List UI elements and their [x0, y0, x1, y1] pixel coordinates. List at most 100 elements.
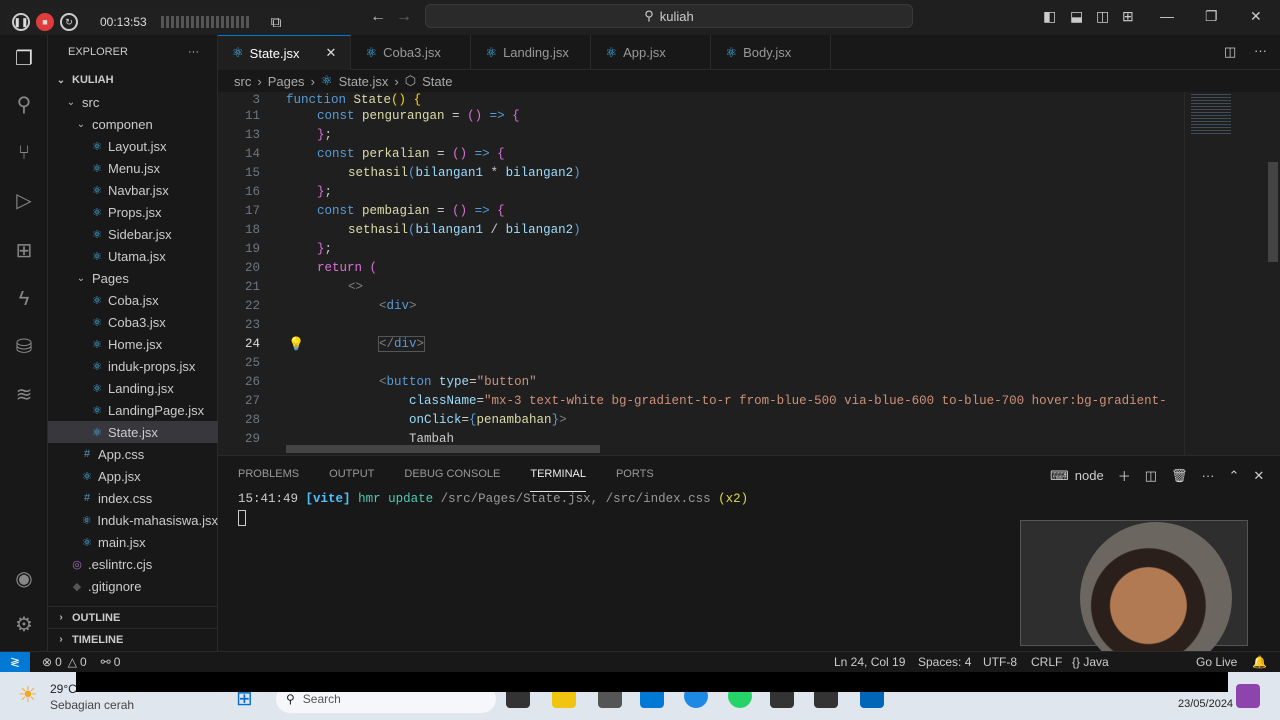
restore-icon[interactable]: ❐	[1205, 8, 1218, 25]
file-item[interactable]: # index.css	[48, 487, 218, 509]
stop-icon[interactable]: ■	[36, 13, 54, 31]
close-panel-icon[interactable]: ✕	[1253, 468, 1264, 484]
file-item[interactable]: ⚛ induk-props.jsx	[48, 355, 218, 377]
minimap[interactable]	[1184, 92, 1280, 455]
search-view-icon[interactable]: ⚲	[12, 93, 36, 117]
toggle-secondary-sidebar-icon[interactable]: ◫	[1096, 8, 1109, 25]
indentation[interactable]: Spaces: 4	[918, 655, 971, 669]
file-item[interactable]: ⚛ Coba3.jsx	[48, 311, 218, 333]
timeline-section[interactable]: › TIMELINE	[48, 628, 218, 650]
breadcrumb-item[interactable]: Pages	[268, 74, 305, 89]
file-item[interactable]: ⚛ App.jsx	[48, 465, 218, 487]
tab-problems[interactable]: PROBLEMS	[238, 456, 299, 492]
layers-icon[interactable]: ≋	[12, 383, 36, 407]
pause-icon[interactable]: ❚❚	[12, 13, 30, 31]
extensions-icon[interactable]: ⊞	[12, 239, 36, 263]
tab-app[interactable]: ⚛ App.jsx	[591, 35, 712, 70]
toggle-panel-icon[interactable]: ⬓	[1070, 8, 1083, 25]
editor-more-icon[interactable]: ···	[1254, 43, 1267, 58]
file-item[interactable]: ⚛ Sidebar.jsx	[48, 223, 218, 245]
error-icon[interactable]: ⊗	[42, 655, 52, 669]
restart-icon[interactable]: ↻	[60, 13, 78, 31]
file-item[interactable]: ⚛ LandingPage.jsx	[48, 399, 218, 421]
back-arrow-icon[interactable]: ←	[370, 8, 386, 26]
trash-icon[interactable]: 🗑	[1171, 468, 1188, 484]
encoding[interactable]: UTF-8	[983, 655, 1017, 669]
tab-landing[interactable]: ⚛ Landing.jsx	[471, 35, 592, 70]
tab-debug-console[interactable]: DEBUG CONSOLE	[404, 456, 500, 492]
file-item[interactable]: ◆ .gitignore	[48, 575, 218, 597]
split-editor-icon[interactable]: ◫	[1224, 44, 1236, 60]
account-icon[interactable]: ◉	[12, 567, 36, 591]
file-item[interactable]: ⚛ Navbar.jsx	[48, 179, 218, 201]
source-control-icon[interactable]: ⑂	[12, 141, 36, 165]
file-item[interactable]: ⚛ Home.jsx	[48, 333, 218, 355]
more-actions-icon[interactable]: ···	[188, 46, 199, 58]
new-terminal-icon[interactable]: ＋	[1118, 466, 1131, 485]
folder-item[interactable]: ⌄ src	[48, 91, 218, 113]
split-terminal-icon[interactable]: ◫	[1145, 468, 1157, 484]
terminal-shell-label[interactable]: node	[1075, 468, 1104, 483]
file-item[interactable]: # App.css	[48, 443, 218, 465]
minimize-icon[interactable]: —	[1160, 8, 1174, 24]
maximize-panel-icon[interactable]: ⌃	[1229, 468, 1240, 484]
tree-item-label: .gitignore	[88, 578, 142, 594]
breadcrumb-item[interactable]: State	[422, 74, 452, 89]
more-icon[interactable]: ···	[1202, 468, 1215, 483]
explorer-icon[interactable]: ❐	[12, 47, 36, 71]
language-mode[interactable]: {} Java	[1072, 655, 1109, 669]
tab-ports[interactable]: PORTS	[616, 456, 654, 492]
screen-icon[interactable]: ⧉	[271, 14, 282, 31]
lightbulb-icon[interactable]: 💡	[288, 337, 304, 352]
file-item[interactable]: ⚛ Layout.jsx	[48, 135, 218, 157]
vertical-scrollbar[interactable]	[1268, 162, 1278, 262]
recording-time: 00:13:53	[100, 15, 147, 29]
react-icon: ⚛	[485, 44, 498, 60]
react-file-icon: ⚛	[92, 360, 102, 373]
close-window-icon[interactable]: ✕	[1250, 8, 1262, 25]
database-icon[interactable]: ⛁	[12, 335, 36, 359]
app-icon[interactable]	[1236, 684, 1260, 708]
command-center-search[interactable]: ⚲ kuliah	[425, 4, 913, 28]
tab-terminal[interactable]: TERMINAL	[530, 456, 586, 492]
file-item[interactable]: ⚛ State.jsx	[48, 421, 218, 443]
cursor-position[interactable]: Ln 24, Col 19	[834, 655, 905, 669]
file-item[interactable]: ⚛ Props.jsx	[48, 201, 218, 223]
remote-icon[interactable]: ≷	[0, 651, 30, 673]
tab-output[interactable]: OUTPUT	[329, 456, 374, 492]
outline-section[interactable]: › OUTLINE	[48, 606, 218, 628]
workspace-root[interactable]: ⌄ KULIAH	[48, 69, 218, 91]
file-item[interactable]: ⚛ Landing.jsx	[48, 377, 218, 399]
tree-item-label: componen	[92, 116, 153, 132]
horizontal-scrollbar[interactable]	[286, 445, 600, 453]
ports-icon[interactable]: ⚯	[101, 655, 111, 669]
toggle-sidebar-icon[interactable]: ◧	[1043, 8, 1056, 25]
breadcrumb-item[interactable]: State.jsx	[339, 74, 389, 89]
breadcrumb-item[interactable]: src	[234, 74, 251, 89]
line-ending[interactable]: CRLF	[1031, 655, 1062, 669]
tab-body[interactable]: ⚛ Body.jsx	[711, 35, 832, 70]
tab-coba3[interactable]: ⚛ Coba3.jsx	[351, 35, 472, 70]
thunder-client-icon[interactable]: ϟ	[12, 287, 36, 311]
temperature: 29°C	[50, 682, 77, 696]
tree-item-label: Coba.jsx	[108, 292, 159, 308]
go-live-button[interactable]: Go Live	[1196, 655, 1237, 669]
tab-state[interactable]: ⚛ State.jsx ✕	[218, 35, 352, 70]
settings-gear-icon[interactable]: ⚙	[12, 613, 36, 637]
close-tab-icon[interactable]: ✕	[326, 45, 337, 61]
forward-arrow-icon[interactable]: →	[396, 8, 412, 26]
notifications-icon[interactable]: 🔔	[1252, 655, 1267, 669]
folder-item[interactable]: ⌄ componen	[48, 113, 218, 135]
file-item[interactable]: ⚛ Coba.jsx	[48, 289, 218, 311]
file-item[interactable]: ⚛ Induk-mahasiswa.jsx	[48, 509, 218, 531]
file-item[interactable]: ◎ .eslintrc.cjs	[48, 553, 218, 575]
file-item[interactable]: ⚛ main.jsx	[48, 531, 218, 553]
folder-item[interactable]: ⌄ Pages	[48, 267, 218, 289]
run-debug-icon[interactable]: ▷	[12, 189, 36, 213]
react-file-icon: ⚛	[92, 404, 102, 417]
file-item[interactable]: ⚛ Menu.jsx	[48, 157, 218, 179]
code-editor[interactable]: 3 11 13 14 15 16 17 18 19 20 21 22 23 24 25 26 27 28 29 fu…	[218, 92, 1184, 455]
layout-icon[interactable]: ⊞	[1122, 8, 1134, 25]
file-item[interactable]: ⚛ Utama.jsx	[48, 245, 218, 267]
react-file-icon: ⚛	[92, 228, 102, 241]
